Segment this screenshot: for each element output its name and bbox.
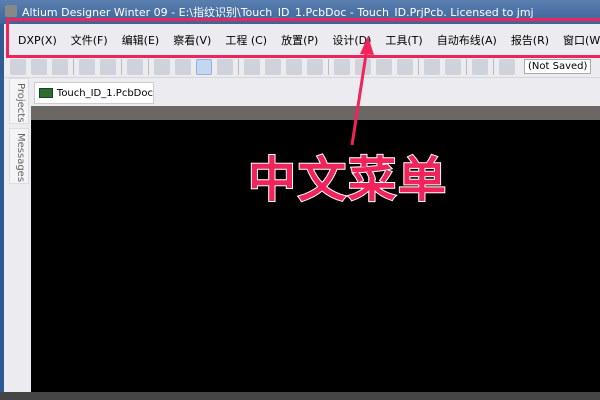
annotation-label: 中文菜单 (247, 151, 449, 209)
